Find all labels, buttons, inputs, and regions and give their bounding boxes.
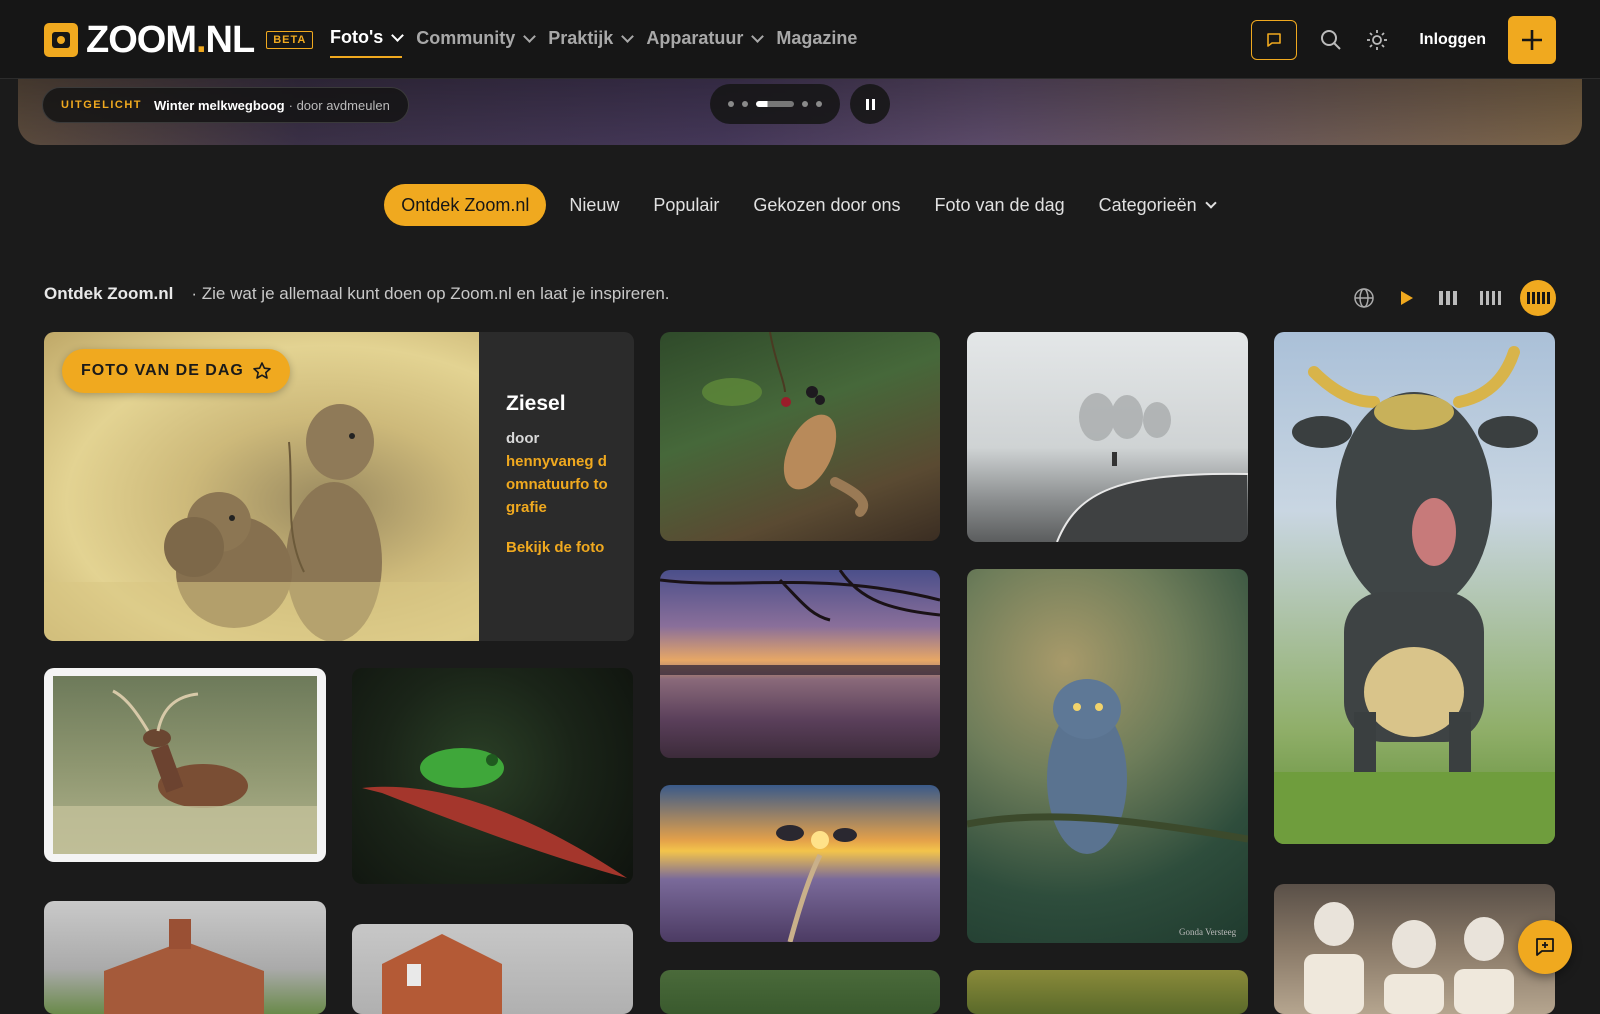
- four-columns-icon: [1480, 291, 1501, 305]
- tab-categorieen[interactable]: Categorieën: [1088, 184, 1226, 226]
- photo-of-the-day-badge: FOTO VAN DE DAG: [62, 349, 290, 393]
- logo-wordmark: ZOOM.NL: [86, 19, 255, 61]
- header-actions: Inloggen: [1251, 16, 1556, 64]
- play-icon: [1401, 291, 1413, 305]
- feedback-button[interactable]: [1518, 920, 1572, 974]
- foggy-road-illustration: [1056, 393, 1248, 542]
- deer-illustration: [53, 689, 317, 854]
- photo-card-chipmunk[interactable]: [660, 332, 940, 541]
- featured-caption[interactable]: UITGELICHT Winter melkwegboog · door avd…: [42, 87, 409, 123]
- photo-card-owl[interactable]: Gonda Versteeg: [967, 569, 1248, 943]
- discover-tabs: Ontdek Zoom.nl Nieuw Populair Gekozen do…: [0, 184, 1600, 226]
- grid-5-columns-button[interactable]: [1520, 280, 1556, 316]
- featured-title: Winter melkwegboog: [154, 97, 285, 113]
- slide-dot[interactable]: [802, 101, 808, 107]
- photo-card-cow[interactable]: [1274, 332, 1555, 844]
- potd-author-link[interactable]: hennyvaneg domnatuurfo tografie: [506, 450, 608, 519]
- photo-card-foggy-road[interactable]: [967, 332, 1248, 542]
- chevron-down-icon: [751, 29, 765, 43]
- chipmunk-illustration: [702, 332, 869, 517]
- potd-title: Ziesel: [506, 392, 566, 415]
- login-link[interactable]: Inloggen: [1419, 31, 1486, 49]
- photo-signature: Gonda Versteeg: [1179, 927, 1237, 937]
- five-columns-icon: [1527, 292, 1550, 304]
- slide-indicator: [710, 84, 840, 124]
- chevron-down-icon: [391, 28, 405, 42]
- frog-illustration: [362, 748, 627, 878]
- photo-card-plant[interactable]: [967, 970, 1248, 1014]
- nav-item-magazine[interactable]: Magazine: [776, 27, 857, 58]
- owl-illustration: Gonda Versteeg: [967, 679, 1248, 937]
- slide-dot[interactable]: [728, 101, 734, 107]
- group-illustration: [1304, 902, 1514, 1014]
- grid-4-columns-button[interactable]: [1478, 286, 1502, 310]
- section-description: · Zie wat je allemaal kunt doen op Zoom.…: [191, 284, 670, 303]
- section-header: Ontdek Zoom.nl · Zie wat je allemaal kun…: [44, 284, 670, 304]
- search-icon: [1321, 30, 1342, 50]
- tab-foto-van-de-dag[interactable]: Foto van de dag: [924, 184, 1076, 226]
- nav-item-apparatuur[interactable]: Apparatuur: [646, 27, 765, 58]
- slide-dot[interactable]: [742, 101, 748, 107]
- photo-card-building[interactable]: [352, 924, 633, 1014]
- deer-photo: [53, 676, 317, 854]
- photo-card-deer[interactable]: [44, 668, 326, 862]
- top-navigation-bar: ZOOM.NL BETA Foto's Community Praktijk A…: [0, 0, 1600, 79]
- cow-illustration: [1274, 346, 1555, 844]
- tab-nieuw[interactable]: Nieuw: [558, 184, 630, 226]
- search-button[interactable]: [1319, 28, 1343, 52]
- tab-gekozen[interactable]: Gekozen door ons: [742, 184, 911, 226]
- star-icon: [253, 362, 271, 379]
- section-title: Ontdek Zoom.nl: [44, 284, 174, 303]
- slideshow-button[interactable]: [1394, 286, 1418, 310]
- plus-icon: [1522, 30, 1542, 50]
- photo-card-group[interactable]: [1274, 884, 1555, 1014]
- building-illustration: [382, 934, 502, 1014]
- theme-toggle-button[interactable]: [1365, 28, 1389, 52]
- photo-of-the-day-card[interactable]: FOTO VAN DE DAG Ziesel door hennyvaneg d…: [44, 332, 634, 641]
- chat-icon: [1267, 33, 1282, 47]
- featured-label: UITGELICHT: [61, 99, 142, 111]
- sun-icon: [1367, 30, 1388, 50]
- chevron-down-icon: [523, 29, 537, 43]
- heath-sunrise-illustration: [776, 825, 857, 942]
- nav-item-community[interactable]: Community: [416, 27, 537, 58]
- upload-button[interactable]: [1508, 16, 1556, 64]
- pause-icon: [865, 98, 869, 110]
- photo-card-villa[interactable]: [44, 901, 326, 1014]
- heath-branches-illustration: [660, 570, 940, 675]
- photo-card-heath-sunrise[interactable]: [660, 785, 940, 942]
- beta-badge: BETA: [266, 31, 314, 49]
- photo-card-frog[interactable]: [352, 668, 633, 884]
- photo-card-trees[interactable]: [660, 970, 940, 1014]
- photo-card-heath-branches[interactable]: [660, 570, 940, 758]
- villa-illustration: [104, 919, 264, 1014]
- tab-populair[interactable]: Populair: [642, 184, 730, 226]
- three-columns-icon: [1439, 291, 1457, 305]
- potd-view-link[interactable]: Bekijk de foto: [506, 537, 608, 558]
- messages-button[interactable]: [1251, 20, 1298, 60]
- camera-logo-icon: [44, 23, 78, 57]
- grid-3-columns-button[interactable]: [1436, 286, 1460, 310]
- message-plus-icon: [1536, 938, 1554, 956]
- photo-of-the-day-info: Ziesel door hennyvaneg domnatuurfo togra…: [479, 332, 634, 641]
- globe-view-button[interactable]: [1352, 286, 1376, 310]
- globe-icon: [1354, 288, 1374, 308]
- slide-dot[interactable]: [816, 101, 822, 107]
- chevron-down-icon: [1205, 196, 1217, 209]
- slide-dot-active[interactable]: [756, 101, 794, 107]
- chevron-down-icon: [621, 29, 635, 43]
- pause-button[interactable]: [850, 84, 890, 124]
- nav-item-fotos[interactable]: Foto's: [330, 27, 405, 58]
- potd-by-label: door: [506, 430, 540, 447]
- tab-ontdek[interactable]: Ontdek Zoom.nl: [384, 184, 547, 226]
- main-nav: Foto's Community Praktijk Apparatuur Mag…: [330, 27, 857, 58]
- nav-item-praktijk[interactable]: Praktijk: [548, 27, 635, 58]
- zoom-logo[interactable]: ZOOM.NL BETA: [44, 19, 314, 61]
- view-toolbar: [1352, 280, 1556, 316]
- featured-byline: · door avdmeulen: [288, 97, 390, 113]
